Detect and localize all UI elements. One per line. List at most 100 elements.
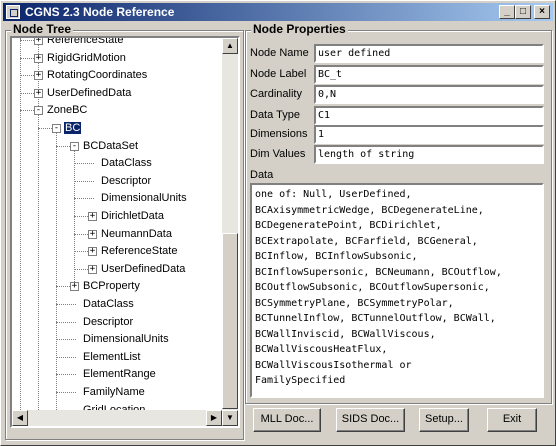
- tree-node[interactable]: BCDataSet: [82, 138, 139, 154]
- tree-branch-line: [74, 180, 94, 182]
- tree-node-label: ReferenceState: [101, 245, 178, 258]
- tree-branch-line: [56, 392, 76, 393]
- cardinality-label: Cardinality: [250, 88, 302, 100]
- tree-node-label: RotatingCoordinates: [47, 69, 148, 82]
- data-type-field[interactable]: C1: [314, 106, 544, 125]
- tree-node[interactable]: RigidGridMotion: [46, 50, 127, 66]
- app-icon: [6, 5, 20, 19]
- node-label-field[interactable]: BC_t: [314, 65, 544, 84]
- tree-node[interactable]: DimensionalUnits: [100, 190, 188, 206]
- expand-icon[interactable]: +: [88, 229, 97, 239]
- maximize-button[interactable]: □: [515, 5, 531, 19]
- tree-node[interactable]: ElementRange: [82, 366, 157, 382]
- scroll-right-button[interactable]: ▶: [206, 410, 222, 426]
- tree-connector-line: [74, 149, 75, 287]
- mll-doc-button[interactable]: MLL Doc...: [253, 408, 321, 432]
- dim-values-field[interactable]: length of string: [314, 145, 544, 164]
- expand-icon[interactable]: +: [88, 212, 97, 221]
- collapse-icon[interactable]: -: [52, 124, 61, 133]
- data-text-area[interactable]: one of: Null, UserDefined, BCAxisymmetri…: [250, 183, 544, 398]
- node-label-label: Node Label: [250, 68, 307, 80]
- scroll-thumb[interactable]: [222, 233, 238, 409]
- tree-node[interactable]: UserDefinedData: [100, 261, 186, 277]
- tree-node[interactable]: DimensionalUnits: [82, 331, 170, 347]
- tree-node-label: BC: [64, 122, 82, 134]
- sids-doc-button[interactable]: SIDS Doc...: [336, 408, 405, 432]
- tree-node[interactable]: ReferenceState: [46, 36, 124, 48]
- tree-horizontal-scrollbar[interactable]: ◀ ▶: [12, 410, 222, 426]
- title-bar[interactable]: CGNS 2.3 Node Reference _ □ ×: [3, 3, 553, 21]
- tree-node-label: DimensionalUnits: [101, 192, 187, 205]
- tree-node-label: DimensionalUnits: [83, 333, 169, 346]
- scroll-left-button[interactable]: ◀: [12, 410, 28, 426]
- tree-node-label: BCDataSet: [83, 139, 139, 152]
- tree-node[interactable]: DataClass: [100, 155, 153, 171]
- tree-node-label: NeumannData: [101, 227, 172, 240]
- tree-branch-line: [74, 163, 94, 165]
- scroll-up-button[interactable]: ▲: [222, 38, 238, 54]
- expand-icon[interactable]: +: [88, 264, 97, 274]
- tree-connector-line: [20, 38, 21, 426]
- node-name-label: Node Name: [250, 47, 309, 59]
- tree-branch-line: [56, 339, 76, 341]
- tree-node-label: DataClass: [101, 157, 152, 170]
- tree-node[interactable]: ReferenceState: [100, 243, 178, 259]
- tree-node[interactable]: FamilyName: [82, 384, 146, 400]
- tree-node[interactable]: Descriptor: [100, 173, 152, 189]
- tree-node-label: DataClass: [83, 298, 134, 310]
- tree-node[interactable]: BCProperty: [82, 278, 141, 294]
- tree-connector-line: [56, 132, 57, 426]
- tree-node-label: ElementList: [83, 350, 141, 363]
- exit-button[interactable]: Exit: [487, 408, 537, 432]
- tree-node[interactable]: DataClass: [82, 296, 135, 312]
- tree-node[interactable]: BC: [64, 120, 82, 136]
- window-title: CGNS 2.3 Node Reference: [25, 5, 175, 19]
- tree-node-label: Descriptor: [83, 315, 134, 328]
- setup-button[interactable]: Setup...: [419, 408, 469, 432]
- tree-node-label: UserDefinedData: [47, 86, 132, 99]
- tree-branch-line: [56, 321, 76, 323]
- tree-node-label: BCProperty: [83, 280, 140, 293]
- tree-node[interactable]: DirichletData: [100, 208, 165, 224]
- node-tree-label: Node Tree: [11, 22, 74, 36]
- expand-icon[interactable]: +: [70, 282, 79, 292]
- expand-icon[interactable]: +: [34, 53, 43, 63]
- tree-node-label: ReferenceState: [47, 36, 124, 46]
- node-tree[interactable]: + ReferenceState + RigidGridMotion + Rotating…: [10, 36, 240, 428]
- tree-node-label: RigidGridMotion: [47, 51, 126, 64]
- tree-node[interactable]: Descriptor: [82, 314, 134, 330]
- cardinality-field[interactable]: 0,N: [314, 85, 544, 104]
- tree-branch-line: [56, 427, 76, 428]
- collapse-icon[interactable]: -: [70, 141, 79, 151]
- tree-node[interactable]: NeumannData: [100, 226, 173, 242]
- scroll-down-button[interactable]: ▼: [222, 410, 238, 426]
- tree-node-label: Descriptor: [101, 174, 152, 187]
- node-properties-label: Node Properties: [251, 22, 348, 36]
- dimensions-field[interactable]: 1: [314, 125, 544, 144]
- expand-icon[interactable]: +: [34, 71, 43, 81]
- tree-branch-line: [56, 374, 76, 376]
- tree-node[interactable]: ZoneBC: [46, 102, 88, 118]
- tree-vertical-scrollbar[interactable]: ▲ ▼: [222, 38, 238, 426]
- expand-icon[interactable]: +: [34, 88, 43, 98]
- minimize-button[interactable]: _: [499, 5, 515, 19]
- tree-node-label: ZoneBC: [47, 104, 88, 117]
- tree-node-label: DirichletData: [101, 210, 164, 222]
- collapse-icon[interactable]: -: [34, 106, 43, 116]
- data-type-label: Data Type: [250, 109, 300, 121]
- tree-node[interactable]: ElementList: [82, 349, 141, 365]
- dim-values-label: Dim Values: [250, 148, 306, 160]
- node-name-field[interactable]: user defined: [314, 44, 544, 63]
- expand-icon[interactable]: +: [34, 38, 43, 45]
- dimensions-label: Dimensions: [250, 128, 308, 140]
- tree-node[interactable]: RotatingCoordinates: [46, 67, 148, 83]
- close-button[interactable]: ×: [534, 5, 550, 19]
- tree-branch-line: [56, 356, 76, 358]
- tree-branch-line: [74, 198, 94, 200]
- tree-node-label: UserDefinedData: [101, 262, 186, 275]
- tree-node[interactable]: UserDefinedData: [46, 85, 132, 101]
- tree-branch-line: [56, 304, 76, 305]
- tree-node-label: ElementRange: [83, 368, 156, 381]
- tree-node-label: FamilyName: [83, 386, 145, 398]
- expand-icon[interactable]: +: [88, 247, 97, 257]
